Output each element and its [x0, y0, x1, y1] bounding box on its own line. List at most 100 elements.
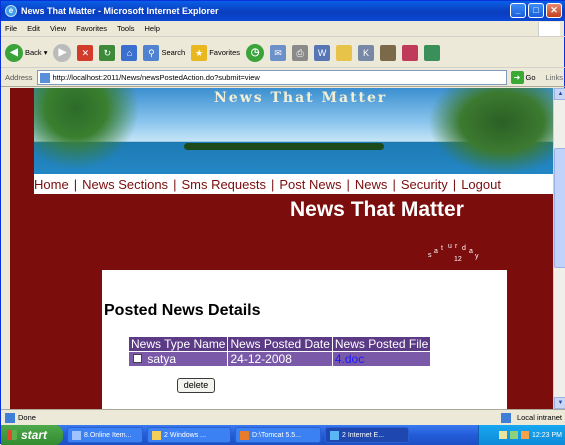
status-text: Done [18, 413, 36, 422]
nav-separator: | [452, 176, 457, 192]
clock-char: 12 [454, 256, 462, 263]
table-row: satya 24-12-2008 4.doc [127, 351, 432, 367]
start-button[interactable]: start [1, 425, 63, 445]
favorites-label: Favorites [209, 48, 241, 57]
internet-explorer-icon [330, 430, 339, 440]
windows-logo-icon [538, 22, 560, 36]
window-title: News That Matter - Microsoft Internet Ex… [21, 6, 219, 16]
go-arrow-icon: ➜ [510, 71, 524, 84]
taskbar-item[interactable]: 8.Online Item... [67, 427, 143, 443]
tools-icon[interactable] [402, 44, 419, 61]
edit-button[interactable]: W [314, 44, 331, 61]
app-icon [72, 430, 81, 440]
stop-button[interactable]: ✕ [77, 44, 94, 61]
menu-tools[interactable]: Tools [117, 24, 135, 33]
menu-file[interactable]: File [5, 24, 17, 33]
nav-post-news[interactable]: Post News [279, 177, 341, 192]
status-bar: Done Local intranet [1, 409, 565, 425]
page-heading: News That Matter [290, 198, 464, 221]
taskbar: start 8.Online Item... 2 Windows ... D:\… [1, 425, 565, 445]
system-tray: 12:23 PM [478, 425, 565, 445]
address-bar: Address http://localhost:2011/News/newsP… [1, 69, 565, 87]
clock-char: y [475, 253, 479, 260]
minimize-button[interactable]: _ [510, 3, 526, 18]
tray-icon[interactable] [499, 431, 508, 439]
content-panel: Posted News Details News Type Name News … [102, 270, 507, 409]
tray-icon[interactable] [521, 431, 530, 439]
menu-favorites[interactable]: Favorites [76, 24, 107, 33]
taskbar-item-label: 2 Internet E... [342, 431, 385, 439]
table-header-row: News Type Name News Posted Date News Pos… [127, 336, 432, 352]
taskbar-item[interactable]: 2 Windows ... [147, 427, 231, 443]
banner-title: News That Matter [214, 90, 388, 106]
star-icon: ★ [191, 44, 208, 61]
nav-sms-requests[interactable]: Sms Requests [181, 177, 266, 192]
security-zone: Local intranet [500, 412, 562, 423]
address-url: http://localhost:2011/News/newsPostedAct… [52, 73, 260, 82]
taskbar-item-label: D:\Tomcat 5.5... [252, 431, 302, 439]
nav-separator: | [346, 176, 350, 192]
page-icon [39, 72, 50, 83]
island [184, 143, 384, 150]
menu-help[interactable]: Help [145, 24, 160, 33]
print-button[interactable]: ⎙ [292, 44, 309, 61]
taskbar-clock[interactable]: 12:23 PM [532, 432, 562, 439]
scroll-down-arrow[interactable]: ▼ [554, 397, 565, 409]
nav-news-sections[interactable]: News Sections [82, 177, 168, 192]
scroll-up-arrow[interactable]: ▲ [554, 88, 565, 100]
research-button[interactable] [380, 44, 397, 61]
address-label: Address [5, 73, 33, 82]
news-type-name: satya [147, 352, 177, 366]
menu-view[interactable]: View [50, 24, 66, 33]
search-button[interactable]: ⚲ Search [143, 44, 186, 61]
taskbar-item[interactable]: 2 Internet E... [325, 427, 409, 443]
taskbar-item-label: 2 Windows ... [164, 431, 207, 439]
favorites-button[interactable]: ★ Favorites [191, 44, 241, 61]
search-icon: ⚲ [143, 44, 160, 61]
vertical-scrollbar[interactable]: ▲ ▼ [553, 88, 565, 409]
forward-button[interactable]: ▶ [53, 43, 72, 62]
nav-separator: | [271, 176, 275, 192]
nav-logout[interactable]: Logout [461, 177, 501, 192]
back-button[interactable]: ◀ Back ▾ [5, 43, 48, 62]
go-button[interactable]: ➜ Go [510, 71, 536, 84]
clock-char: s [428, 252, 432, 259]
zone-label: Local intranet [516, 413, 562, 422]
mail-button[interactable]: ✉ [270, 44, 287, 61]
palm-tree-left [34, 88, 148, 174]
nav-separator: | [392, 176, 396, 192]
messenger-button[interactable]: K [358, 44, 375, 61]
taskbar-item-label: 8.Online Item... [84, 431, 132, 439]
search-label: Search [161, 48, 186, 57]
scroll-thumb[interactable] [554, 148, 565, 268]
nav-separator: | [73, 176, 78, 192]
column-header: News Posted Date [227, 336, 333, 352]
nav-home[interactable]: Home [34, 177, 69, 192]
clock-char: t [441, 245, 443, 252]
page-done-icon [5, 412, 15, 423]
chevron-down-icon: ▾ [43, 48, 48, 57]
address-input[interactable]: http://localhost:2011/News/newsPostedAct… [36, 70, 507, 85]
clock-char: r [455, 243, 458, 250]
refresh-button[interactable]: ↻ [99, 44, 116, 61]
nav-news[interactable]: News [355, 177, 388, 192]
news-file-link[interactable]: 4.doc [331, 351, 432, 367]
close-button[interactable]: ✕ [546, 3, 562, 18]
users-icon[interactable] [424, 44, 441, 61]
home-button[interactable]: ⌂ [121, 44, 138, 61]
tray-icon[interactable] [510, 431, 519, 439]
row-select-checkbox[interactable] [133, 354, 142, 363]
windows-flag-icon [7, 430, 17, 440]
posted-news-table: News Type Name News Posted Date News Pos… [127, 336, 432, 367]
folder-icon[interactable] [336, 44, 353, 61]
history-button[interactable]: ◷ [246, 43, 265, 62]
menu-bar: File Edit View Favorites Tools Help [1, 21, 565, 37]
menu-edit[interactable]: Edit [27, 24, 40, 33]
maximize-button[interactable]: □ [528, 3, 544, 18]
links-button[interactable]: Links [546, 73, 564, 82]
page-viewport: News That Matter Home | News Sections | … [1, 88, 553, 409]
back-label: Back [25, 48, 42, 57]
delete-button[interactable]: delete [177, 378, 215, 393]
nav-security[interactable]: Security [401, 177, 448, 192]
taskbar-item[interactable]: D:\Tomcat 5.5... [235, 427, 321, 443]
